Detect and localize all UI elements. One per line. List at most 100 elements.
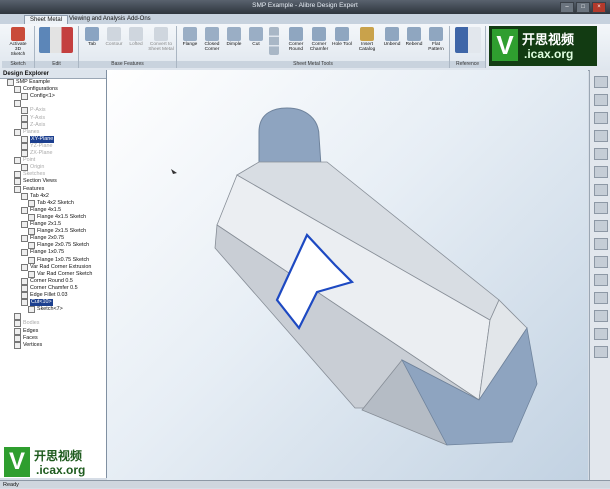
- tree-node-label: Var Rad Corner Sketch: [37, 270, 93, 277]
- flange-button[interactable]: Flange: [179, 27, 201, 47]
- reference-tools[interactable]: [454, 27, 482, 54]
- view-tool-icon[interactable]: [594, 292, 608, 304]
- dimple-button[interactable]: Dimple: [223, 27, 245, 47]
- tree-node[interactable]: Flange 4x1.5: [21, 206, 61, 214]
- view-tool-icon[interactable]: [594, 130, 608, 142]
- tree-node[interactable]: Section Views: [14, 178, 57, 186]
- tree-node[interactable]: Flange 4x1.5 Sketch: [28, 213, 86, 221]
- minimize-button[interactable]: –: [560, 2, 574, 13]
- insert-catalog-button[interactable]: Insert Catalog: [354, 27, 380, 52]
- tree-node[interactable]: Flange 2x1.5 Sketch: [28, 228, 86, 236]
- ribbon-group-base-features: Tab Contour Lofted Convert to Sheet Meta…: [79, 26, 177, 68]
- tree-node[interactable]: [14, 313, 23, 321]
- tree-node[interactable]: Edges: [14, 327, 38, 335]
- cut-button[interactable]: Cut: [245, 27, 267, 47]
- edit-tools[interactable]: [39, 27, 73, 54]
- view-tool-icon[interactable]: [594, 166, 608, 178]
- view-tool-icon[interactable]: [594, 274, 608, 286]
- group-label: Base Features: [79, 61, 176, 68]
- button-label: Corner Chamfer: [309, 42, 329, 52]
- tree-node[interactable]: Config<1>: [21, 93, 55, 101]
- tree-node[interactable]: Flange 1x0.75 Sketch: [28, 256, 89, 264]
- view-tool-icon[interactable]: [594, 184, 608, 196]
- tree-node[interactable]: Y-Axis: [21, 114, 45, 122]
- tree-node-label: Origin: [30, 164, 45, 171]
- view-tool-icon[interactable]: [594, 310, 608, 322]
- view-tool-icon[interactable]: [594, 148, 608, 160]
- tree-node[interactable]: ZX-Plane: [21, 150, 52, 157]
- tree-node[interactable]: [14, 100, 23, 108]
- tree-node-label: Planes: [23, 128, 40, 135]
- tab-button[interactable]: Tab: [81, 27, 103, 47]
- view-tool-icon[interactable]: [594, 112, 608, 124]
- corner-chamfer-icon: [312, 27, 326, 41]
- tab-viewing-analysis[interactable]: Viewing and Analysis: [64, 15, 130, 24]
- tree-node[interactable]: Flange 1x0.75: [21, 249, 65, 257]
- button-label: Closed Corner: [204, 42, 220, 52]
- tree-node[interactable]: P-Axis: [21, 107, 46, 115]
- tree-node[interactable]: Features: [14, 185, 44, 193]
- tree-node[interactable]: Edge Fillet 0.03: [21, 292, 67, 299]
- tree-node[interactable]: Point: [14, 157, 35, 165]
- tree-node-label: Flange 1x0.75: [30, 249, 65, 256]
- tab-add-ons[interactable]: Add-Ons: [122, 15, 156, 24]
- tree-node[interactable]: Corner Round 0.5: [21, 277, 73, 285]
- tree-node[interactable]: Flange 2x0.75: [21, 235, 64, 243]
- corner-round-button[interactable]: Corner Round: [285, 27, 307, 52]
- rebend-icon: [407, 27, 421, 41]
- tree-node[interactable]: Origin: [21, 164, 45, 172]
- view-tool-icon[interactable]: [594, 202, 608, 214]
- tree-node[interactable]: Flange 2x0.75 Sketch: [28, 242, 90, 250]
- hole-tool-button[interactable]: Hole Tool: [331, 27, 353, 47]
- button-label: Hole Tool: [332, 42, 352, 47]
- tree-node-label: YZ-Plane: [30, 142, 53, 149]
- tree-node-icon: [14, 157, 21, 165]
- tree-node[interactable]: XY-Plane: [21, 135, 55, 143]
- view-tool-icon[interactable]: [594, 238, 608, 250]
- closed-corner-button[interactable]: Closed Corner: [201, 27, 223, 52]
- view-tool-icon[interactable]: [594, 76, 608, 88]
- button-label: Corner Round: [288, 42, 304, 52]
- tree-node[interactable]: YZ-Plane: [21, 142, 53, 150]
- tree-node[interactable]: Sketches: [14, 171, 45, 179]
- tree-node[interactable]: Var Rad Corner Sketch: [28, 270, 93, 278]
- lofted-button[interactable]: Lofted: [125, 27, 147, 47]
- corner-chamfer-button[interactable]: Corner Chamfer: [308, 27, 330, 52]
- tree-node[interactable]: Bodies: [14, 320, 40, 328]
- view-tool-icon[interactable]: [594, 346, 608, 358]
- tree-node-label: Flange 2x0.75 Sketch: [37, 242, 90, 249]
- tab-icon: [85, 27, 99, 41]
- cut-icon: [249, 27, 263, 41]
- convert-to-sheet-metal-button[interactable]: Convert to Sheet Metal: [147, 27, 175, 52]
- tree-node[interactable]: Tab 4x2: [21, 192, 49, 200]
- view-tool-icon[interactable]: [594, 256, 608, 268]
- tree-node-label: Bodies: [23, 320, 40, 327]
- tree-node[interactable]: Cut<10>: [21, 299, 53, 307]
- rebend-button[interactable]: Rebend: [403, 27, 425, 47]
- flat-pattern-button[interactable]: Flat Pattern: [425, 27, 447, 52]
- tree-node[interactable]: Tab 4x2 Sketch: [28, 199, 74, 207]
- logo-v-icon: V: [492, 29, 518, 61]
- maximize-button[interactable]: □: [576, 2, 590, 13]
- contour-button[interactable]: Contour: [103, 27, 125, 47]
- tree-node[interactable]: SMP Example: [7, 79, 50, 86]
- tree-node[interactable]: Faces: [14, 334, 38, 342]
- view-tool-icon[interactable]: [594, 94, 608, 106]
- tree-node[interactable]: Planes: [14, 128, 40, 136]
- tree-node[interactable]: Configurations: [14, 86, 58, 94]
- tree-node[interactable]: Var Rad Corner Extrusion: [21, 263, 91, 271]
- activate-3d-sketch-button[interactable]: Activate 3D Sketch: [7, 27, 29, 57]
- tree-node[interactable]: Vertices: [14, 341, 42, 349]
- close-button[interactable]: ×: [592, 2, 606, 13]
- tree-node[interactable]: Flange 2x1.5: [21, 221, 61, 228]
- tree-node[interactable]: Z-Axis: [21, 121, 45, 129]
- tree-node[interactable]: Sketch<7>: [28, 306, 63, 314]
- view-tool-icon[interactable]: [594, 220, 608, 232]
- misc-tools-button[interactable]: [267, 27, 281, 56]
- view-tool-icon[interactable]: [594, 328, 608, 340]
- unbend-button[interactable]: Unbend: [381, 27, 403, 47]
- tree-node[interactable]: Corner Chamfer 0.5: [21, 284, 78, 292]
- tree-node-icon: [21, 277, 28, 285]
- 3d-viewport[interactable]: [107, 70, 588, 480]
- logo-domain: .icax.org: [36, 463, 86, 477]
